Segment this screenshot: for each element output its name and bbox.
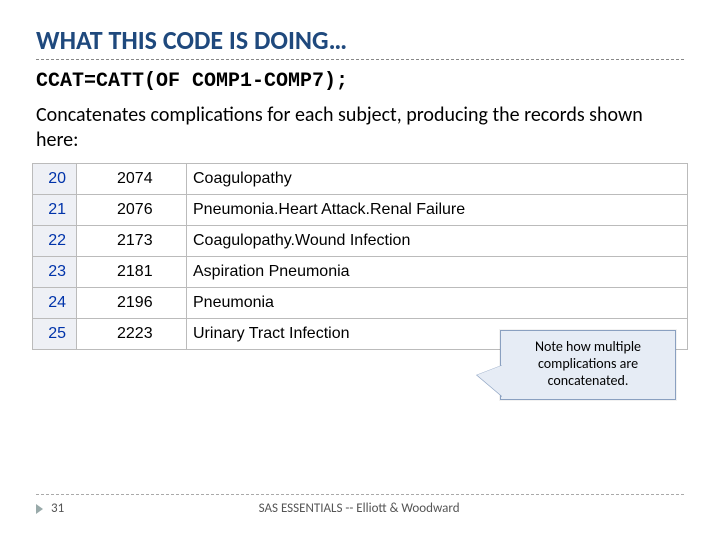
row-number: 21	[33, 195, 77, 226]
table-row: 23 2181 Aspiration Pneumonia	[33, 257, 688, 288]
description-text: Concatenates complications for each subj…	[36, 103, 684, 153]
row-number: 23	[33, 257, 77, 288]
table-row: 21 2076 Pneumonia.Heart Attack.Renal Fai…	[33, 195, 688, 226]
code-line: CCAT=CATT(OF COMP1-COMP7);	[36, 70, 684, 93]
footer-divider	[36, 494, 684, 495]
complications: Pneumonia	[187, 288, 688, 319]
subject-id: 2076	[77, 195, 187, 226]
advance-arrow-icon	[36, 504, 43, 514]
slide: WHAT THIS CODE IS DOING… CCAT=CATT(OF CO…	[0, 0, 720, 540]
footer-row: 31 SAS ESSENTIALS -- Elliott & Woodward	[36, 501, 684, 516]
callout-tail-icon	[477, 365, 503, 397]
row-number: 20	[33, 164, 77, 195]
footer-text: SAS ESSENTIALS -- Elliott & Woodward	[64, 501, 654, 516]
row-number: 25	[33, 319, 77, 350]
subject-id: 2181	[77, 257, 187, 288]
table-row: 24 2196 Pneumonia	[33, 288, 688, 319]
table-row: 22 2173 Coagulopathy.Wound Infection	[33, 226, 688, 257]
data-table-wrap: 20 2074 Coagulopathy 21 2076 Pneumonia.H…	[32, 163, 688, 350]
slide-title: WHAT THIS CODE IS DOING…	[36, 24, 684, 56]
title-divider	[36, 59, 684, 60]
footer: 31 SAS ESSENTIALS -- Elliott & Woodward	[36, 494, 684, 516]
callout-box: Note how multiple complications are conc…	[500, 330, 676, 400]
complications: Coagulopathy	[187, 164, 688, 195]
table-row: 20 2074 Coagulopathy	[33, 164, 688, 195]
row-number: 24	[33, 288, 77, 319]
page-number: 31	[51, 501, 64, 516]
subject-id: 2074	[77, 164, 187, 195]
subject-id: 2173	[77, 226, 187, 257]
complications: Coagulopathy.Wound Infection	[187, 226, 688, 257]
callout-text: Note how multiple complications are conc…	[535, 338, 641, 389]
data-table: 20 2074 Coagulopathy 21 2076 Pneumonia.H…	[32, 163, 688, 350]
complications: Aspiration Pneumonia	[187, 257, 688, 288]
subject-id: 2223	[77, 319, 187, 350]
complications: Pneumonia.Heart Attack.Renal Failure	[187, 195, 688, 226]
subject-id: 2196	[77, 288, 187, 319]
row-number: 22	[33, 226, 77, 257]
